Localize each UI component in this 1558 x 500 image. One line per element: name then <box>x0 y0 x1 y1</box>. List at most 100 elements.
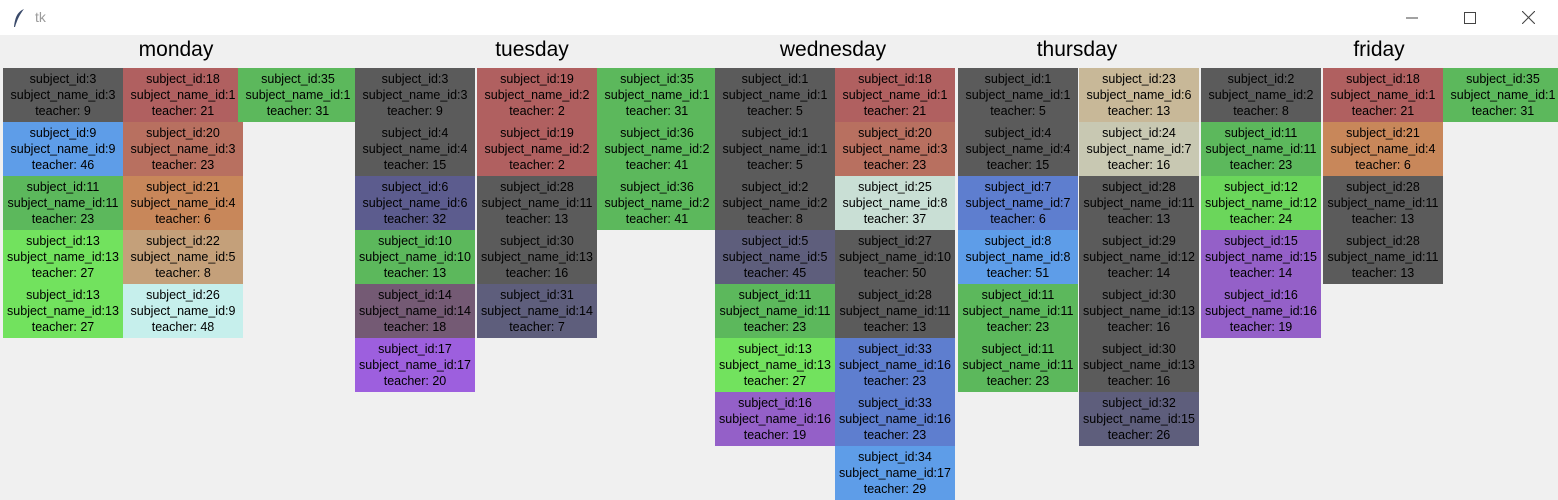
timetable-cell: subject_id:11 subject_name_id:11 teacher: … <box>1201 122 1321 176</box>
timetable-cell: subject_id:28 subject_name_id:11 teacher: … <box>1323 230 1443 284</box>
teacher-text: teacher: 13 <box>1107 104 1171 118</box>
subject-id-text: subject_id:4 <box>381 126 449 140</box>
subject-id-text: subject_id:23 <box>1102 72 1176 86</box>
subject-id-text: subject_id:9 <box>29 126 97 140</box>
timetable-cell: subject_id:13 subject_name_id:13 teacher: … <box>3 284 123 338</box>
teacher-text: teacher: 6 <box>155 212 211 226</box>
day-header-wednesday: wednesday <box>779 38 887 61</box>
subject-id-text: subject_id:34 <box>858 450 932 464</box>
teacher-text: teacher: 23 <box>31 212 95 226</box>
subject-name-id-text: subject_name_id:3 <box>10 88 116 102</box>
subject-id-text: subject_id:11 <box>26 180 100 194</box>
subject-id-text: subject_id:30 <box>1102 342 1176 356</box>
subject-id-text: subject_id:35 <box>261 72 335 86</box>
subject-name-id-text: subject_name_id:15 <box>1205 250 1317 264</box>
day-header-tuesday: tuesday <box>495 38 569 61</box>
teacher-text: teacher: 18 <box>383 320 447 334</box>
teacher-text: teacher: 27 <box>31 320 95 334</box>
timetable-cell: subject_id:30 subject_name_id:13 teacher: … <box>1079 284 1199 338</box>
subject-name-id-text: subject_name_id:1 <box>842 88 948 102</box>
subject-name-id-text: subject_name_id:5 <box>722 250 828 264</box>
timetable-cell: subject_id:20 subject_name_id:3 teacher: 2… <box>835 122 955 176</box>
timetable-cell: subject_id:26 subject_name_id:9 teacher: 4… <box>123 284 243 338</box>
teacher-text: teacher: 16 <box>1107 320 1171 334</box>
subject-id-text: subject_id:11 <box>1224 126 1298 140</box>
subject-id-text: subject_id:28 <box>1346 234 1420 248</box>
subject-name-id-text: subject_name_id:3 <box>130 142 236 156</box>
timetable-cell: subject_id:35 subject_name_id:1 teacher: 3… <box>597 68 717 122</box>
subject-id-text: subject_id:20 <box>146 126 220 140</box>
subject-name-id-text: subject_name_id:11 <box>1327 196 1439 210</box>
timetable-cell: subject_id:1 subject_name_id:1 teacher: 5 <box>958 68 1078 122</box>
subject-id-text: subject_id:30 <box>1102 288 1176 302</box>
subject-id-text: subject_id:18 <box>858 72 932 86</box>
timetable-cell: subject_id:17 subject_name_id:17 teacher: … <box>355 338 475 392</box>
subject-name-id-text: subject_name_id:2 <box>722 196 828 210</box>
subject-name-id-text: subject_name_id:6 <box>1086 88 1192 102</box>
subject-id-text: subject_id:11 <box>981 288 1055 302</box>
timetable-cell: subject_id:10 subject_name_id:10 teacher: … <box>355 230 475 284</box>
timetable-cell: subject_id:30 subject_name_id:13 teacher: … <box>477 230 597 284</box>
teacher-text: teacher: 27 <box>31 266 95 280</box>
timetable-cell: subject_id:13 subject_name_id:13 teacher: … <box>715 338 835 392</box>
timetable-cell: subject_id:11 subject_name_id:11 teacher: … <box>958 338 1078 392</box>
subject-name-id-text: subject_name_id:1 <box>1330 88 1436 102</box>
close-button[interactable] <box>1499 0 1557 35</box>
subject-name-id-text: subject_name_id:1 <box>722 88 828 102</box>
day-header-friday: friday <box>1353 38 1405 61</box>
timetable-cell: subject_id:29 subject_name_id:12 teacher: … <box>1079 230 1199 284</box>
teacher-text: teacher: 23 <box>743 320 807 334</box>
subject-id-text: subject_id:19 <box>500 72 574 86</box>
teacher-text: teacher: 16 <box>1107 158 1171 172</box>
subject-id-text: subject_id:21 <box>146 180 220 194</box>
timetable-cell: subject_id:18 subject_name_id:1 teacher: 2… <box>123 68 243 122</box>
teacher-text: teacher: 7 <box>509 320 565 334</box>
teacher-text: teacher: 23 <box>863 428 927 442</box>
teacher-text: teacher: 9 <box>35 104 91 118</box>
timetable-cell: subject_id:19 subject_name_id:2 teacher: 2 <box>477 68 597 122</box>
teacher-text: teacher: 15 <box>986 158 1050 172</box>
subject-name-id-text: subject_name_id:13 <box>1083 304 1195 318</box>
subject-id-text: subject_id:7 <box>984 180 1052 194</box>
teacher-text: teacher: 46 <box>31 158 95 172</box>
maximize-button[interactable] <box>1441 0 1499 35</box>
teacher-text: teacher: 37 <box>863 212 927 226</box>
timetable-cell: subject_id:16 subject_name_id:16 teacher: … <box>715 392 835 446</box>
timetable-cell: subject_id:34 subject_name_id:17 teacher: … <box>835 446 955 500</box>
subject-name-id-text: subject_name_id:16 <box>1205 304 1317 318</box>
teacher-text: teacher: 6 <box>990 212 1046 226</box>
subject-name-id-text: subject_name_id:5 <box>130 250 236 264</box>
timetable-cell: subject_id:30 subject_name_id:13 teacher: … <box>1079 338 1199 392</box>
subject-name-id-text: subject_name_id:4 <box>130 196 236 210</box>
subject-name-id-text: subject_name_id:1 <box>1450 88 1556 102</box>
minimize-button[interactable] <box>1383 0 1441 35</box>
subject-name-id-text: subject_name_id:2 <box>1208 88 1314 102</box>
subject-id-text: subject_id:13 <box>738 342 812 356</box>
teacher-text: teacher: 9 <box>387 104 443 118</box>
subject-name-id-text: subject_name_id:11 <box>7 196 119 210</box>
teacher-text: teacher: 13 <box>1351 212 1415 226</box>
timetable-cell: subject_id:28 subject_name_id:11 teacher: … <box>1079 176 1199 230</box>
teacher-text: teacher: 2 <box>509 158 565 172</box>
timetable-cell: subject_id:6 subject_name_id:6 teacher: 32 <box>355 176 475 230</box>
subject-id-text: subject_id:18 <box>146 72 220 86</box>
teacher-text: teacher: 16 <box>505 266 569 280</box>
timetable-cell: subject_id:2 subject_name_id:2 teacher: 8 <box>1201 68 1321 122</box>
teacher-text: teacher: 48 <box>151 320 215 334</box>
timetable-cell: subject_id:19 subject_name_id:2 teacher: 2 <box>477 122 597 176</box>
teacher-text: teacher: 20 <box>383 374 447 388</box>
subject-id-text: subject_id:5 <box>741 234 809 248</box>
timetable-cell: subject_id:4 subject_name_id:4 teacher: 15 <box>958 122 1078 176</box>
subject-name-id-text: subject_name_id:3 <box>842 142 948 156</box>
subject-name-id-text: subject_name_id:14 <box>359 304 471 318</box>
subject-id-text: subject_id:26 <box>146 288 220 302</box>
subject-name-id-text: subject_name_id:11 <box>839 304 951 318</box>
subject-name-id-text: subject_name_id:7 <box>1086 142 1192 156</box>
teacher-text: teacher: 13 <box>863 320 927 334</box>
subject-id-text: subject_id:16 <box>1224 288 1298 302</box>
subject-name-id-text: subject_name_id:15 <box>1083 412 1195 426</box>
teacher-text: teacher: 19 <box>743 428 807 442</box>
day-header-thursday: thursday <box>1036 38 1118 61</box>
timetable-cell: subject_id:21 subject_name_id:4 teacher: 6 <box>123 176 243 230</box>
subject-name-id-text: subject_name_id:1 <box>722 142 828 156</box>
